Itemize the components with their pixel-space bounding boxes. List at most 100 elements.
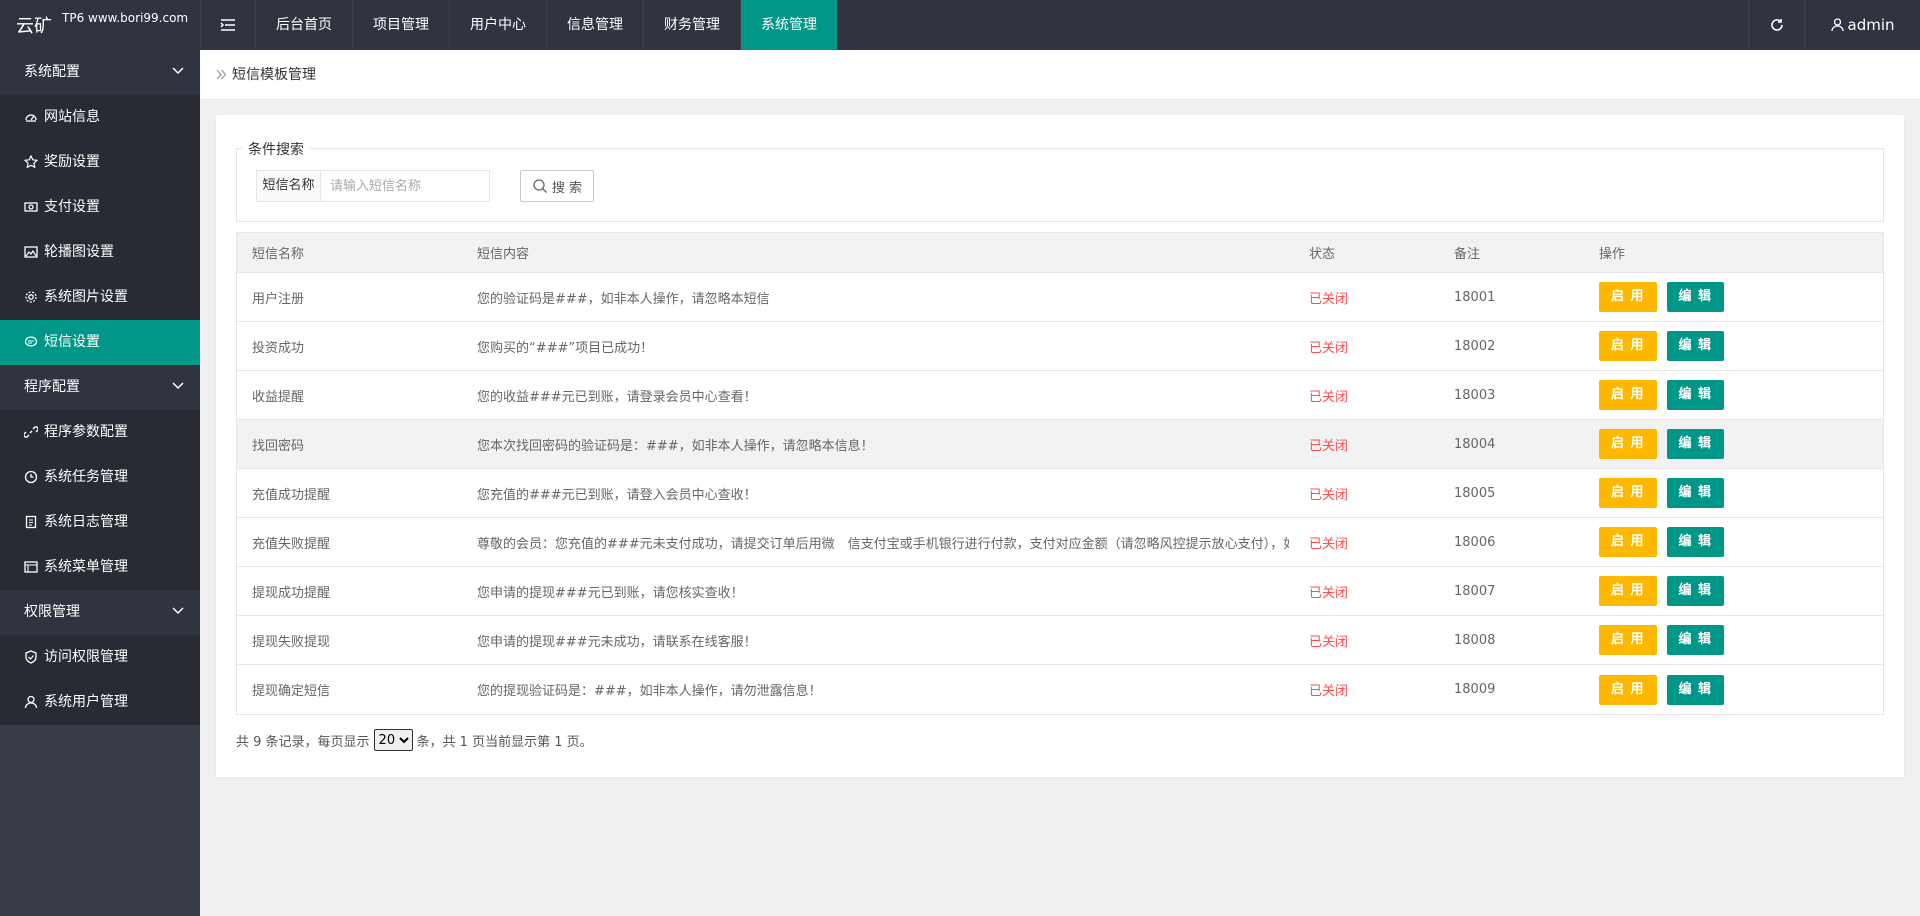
sidebar-group-program-config[interactable]: 程序配置 [0,365,200,410]
refresh-button[interactable] [1748,0,1804,50]
search-button-label: 搜 索 [551,180,583,196]
row-status: 已关闭 [1309,585,1349,601]
sidebar-item-payment[interactable]: 支付设置 [0,185,200,230]
row-actions: 启 用 编 辑 [1599,665,1859,714]
edit-button[interactable]: 编 辑 [1666,576,1725,606]
table-row: 找回密码 您本次找回密码的验证码是：###，如非本人操作，请忽略本信息！ 已关闭… [237,420,1883,469]
enable-button[interactable]: 启 用 [1599,478,1657,508]
enable-button[interactable]: 启 用 [1599,625,1657,655]
row-actions: 启 用 编 辑 [1599,273,1859,321]
row-note: 18006 [1454,534,1496,550]
row-content: 您购买的“###”项目已成功！ [477,340,654,356]
chevron-down-icon [172,607,184,615]
scrollbar-track[interactable] [1904,100,1920,916]
header-note: 备注 [1454,247,1481,262]
edit-button[interactable]: 编 辑 [1666,282,1725,312]
nav-users[interactable]: 用户中心 [450,0,547,50]
row-content: 您申请的提现###元未成功，请联系在线客服！ [477,634,757,650]
row-actions: 启 用 编 辑 [1599,420,1859,468]
sidebar-item-access[interactable]: 访问权限管理 [0,635,200,680]
menu-toggle-button[interactable] [200,0,256,50]
enable-button[interactable]: 启 用 [1599,429,1657,459]
search-button[interactable]: 搜 索 [520,170,594,202]
enable-button[interactable]: 启 用 [1599,380,1657,410]
edit-button[interactable]: 编 辑 [1666,478,1725,508]
logo-main-text: 云矿 [16,16,52,37]
row-name: 提现成功提醒 [252,585,331,601]
sidebar-item-label: 奖励设置 [44,154,100,170]
sidebar-item-label: 访问权限管理 [44,649,128,665]
sidebar-item-carousel[interactable]: 轮播图设置 [0,230,200,275]
sidebar-item-menus[interactable]: 系统菜单管理 [0,545,200,590]
row-name: 充值成功提醒 [252,487,331,503]
edit-button[interactable]: 编 辑 [1666,429,1725,459]
header-actions: 操作 [1599,247,1626,262]
nav-info[interactable]: 信息管理 [547,0,644,50]
nav-system[interactable]: 系统管理 [741,0,838,50]
table-row: 提现失败提现 您申请的提现###元未成功，请联系在线客服！ 已关闭 18008 … [237,616,1883,665]
user-menu-button[interactable]: admin [1804,0,1920,50]
user-icon [24,695,38,709]
edit-button[interactable]: 编 辑 [1666,674,1725,705]
sidebar-item-rewards[interactable]: 奖励设置 [0,140,200,185]
content-card: 条件搜索 短信名称 搜 索 短信名称 短信内容 状态 备注 操作 用户注册 您的… [216,115,1904,777]
enable-button[interactable]: 启 用 [1599,331,1657,361]
pager-prefix: 共 9 条记录，每页显示 [236,734,370,750]
table-row: 用户注册 您的验证码是###，如非本人操作，请忽略本短信 已关闭 18001 启… [237,273,1883,322]
clock-icon [24,470,38,484]
sidebar-item-sms-settings[interactable]: 短信设置 [0,320,200,365]
row-note: 18002 [1454,338,1496,354]
enable-button[interactable]: 启 用 [1599,527,1657,557]
table-row: 提现成功提醒 您申请的提现###元已到账，请您核实查收！ 已关闭 18007 启… [237,567,1883,616]
message-icon [24,336,38,347]
row-actions: 启 用 编 辑 [1599,567,1859,615]
row-content: 您本次找回密码的验证码是：###，如非本人操作，请忽略本信息！ [477,438,874,454]
search-input[interactable] [320,170,490,202]
row-content: 您充值的###元已到账，请登入会员中心查收！ [477,487,757,503]
sidebar-item-site-info[interactable]: 网站信息 [0,95,200,140]
row-status: 已关闭 [1309,487,1349,503]
refresh-icon [1770,19,1783,31]
edit-button[interactable]: 编 辑 [1666,625,1725,655]
nav-home[interactable]: 后台首页 [256,0,353,50]
double-chevron-right-icon [216,69,227,80]
row-status: 已关闭 [1309,684,1349,699]
sidebar-item-label: 网站信息 [44,109,100,125]
sidebar-group-permissions[interactable]: 权限管理 [0,590,200,635]
sidebar-group-label: 系统配置 [24,64,80,80]
nav-finance[interactable]: 财务管理 [644,0,741,50]
row-actions: 启 用 编 辑 [1599,518,1859,566]
row-note: 18007 [1454,583,1496,599]
sms-template-table: 短信名称 短信内容 状态 备注 操作 用户注册 您的验证码是###，如非本人操作… [236,232,1884,715]
row-note: 18004 [1454,436,1496,452]
enable-button[interactable]: 启 用 [1599,282,1657,312]
menu-icon [24,561,38,573]
sidebar-item-label: 支付设置 [44,199,100,215]
image-icon [24,246,38,258]
sidebar-item-label: 程序参数配置 [44,424,128,440]
edit-button[interactable]: 编 辑 [1666,380,1725,410]
nav-projects[interactable]: 项目管理 [353,0,450,50]
table-header: 短信名称 短信内容 状态 备注 操作 [237,233,1883,273]
sidebar-item-system-users[interactable]: 系统用户管理 [0,680,200,725]
logo-sub-text: TP6 www.bori99.com [62,11,189,25]
sidebar-item-system-images[interactable]: 系统图片设置 [0,275,200,320]
table-row: 充值成功提醒 您充值的###元已到账，请登入会员中心查收！ 已关闭 18005 … [237,469,1883,518]
logo[interactable]: 云矿 TP6 www.bori99.com [0,0,200,50]
row-actions: 启 用 编 辑 [1599,616,1859,664]
sidebar-group-system-config[interactable]: 系统配置 [0,50,200,95]
row-note: 18001 [1454,289,1496,305]
dashboard-icon [25,114,37,122]
enable-button[interactable]: 启 用 [1599,576,1657,606]
pagination: 共 9 条记录，每页显示 20 条，共 1 页当前显示第 1 页。 [236,729,593,751]
enable-button[interactable]: 启 用 [1599,674,1657,705]
row-content: 您的收益###元已到账，请登录会员中心查看！ [477,389,757,405]
admin-username: admin [1847,16,1895,34]
sidebar-item-tasks[interactable]: 系统任务管理 [0,455,200,500]
search-field-label: 短信名称 [256,170,321,202]
sidebar-item-logs[interactable]: 系统日志管理 [0,500,200,545]
edit-button[interactable]: 编 辑 [1666,331,1725,361]
edit-button[interactable]: 编 辑 [1666,527,1725,557]
page-size-select[interactable]: 20 [373,729,413,751]
sidebar-item-program-params[interactable]: 程序参数配置 [0,410,200,455]
